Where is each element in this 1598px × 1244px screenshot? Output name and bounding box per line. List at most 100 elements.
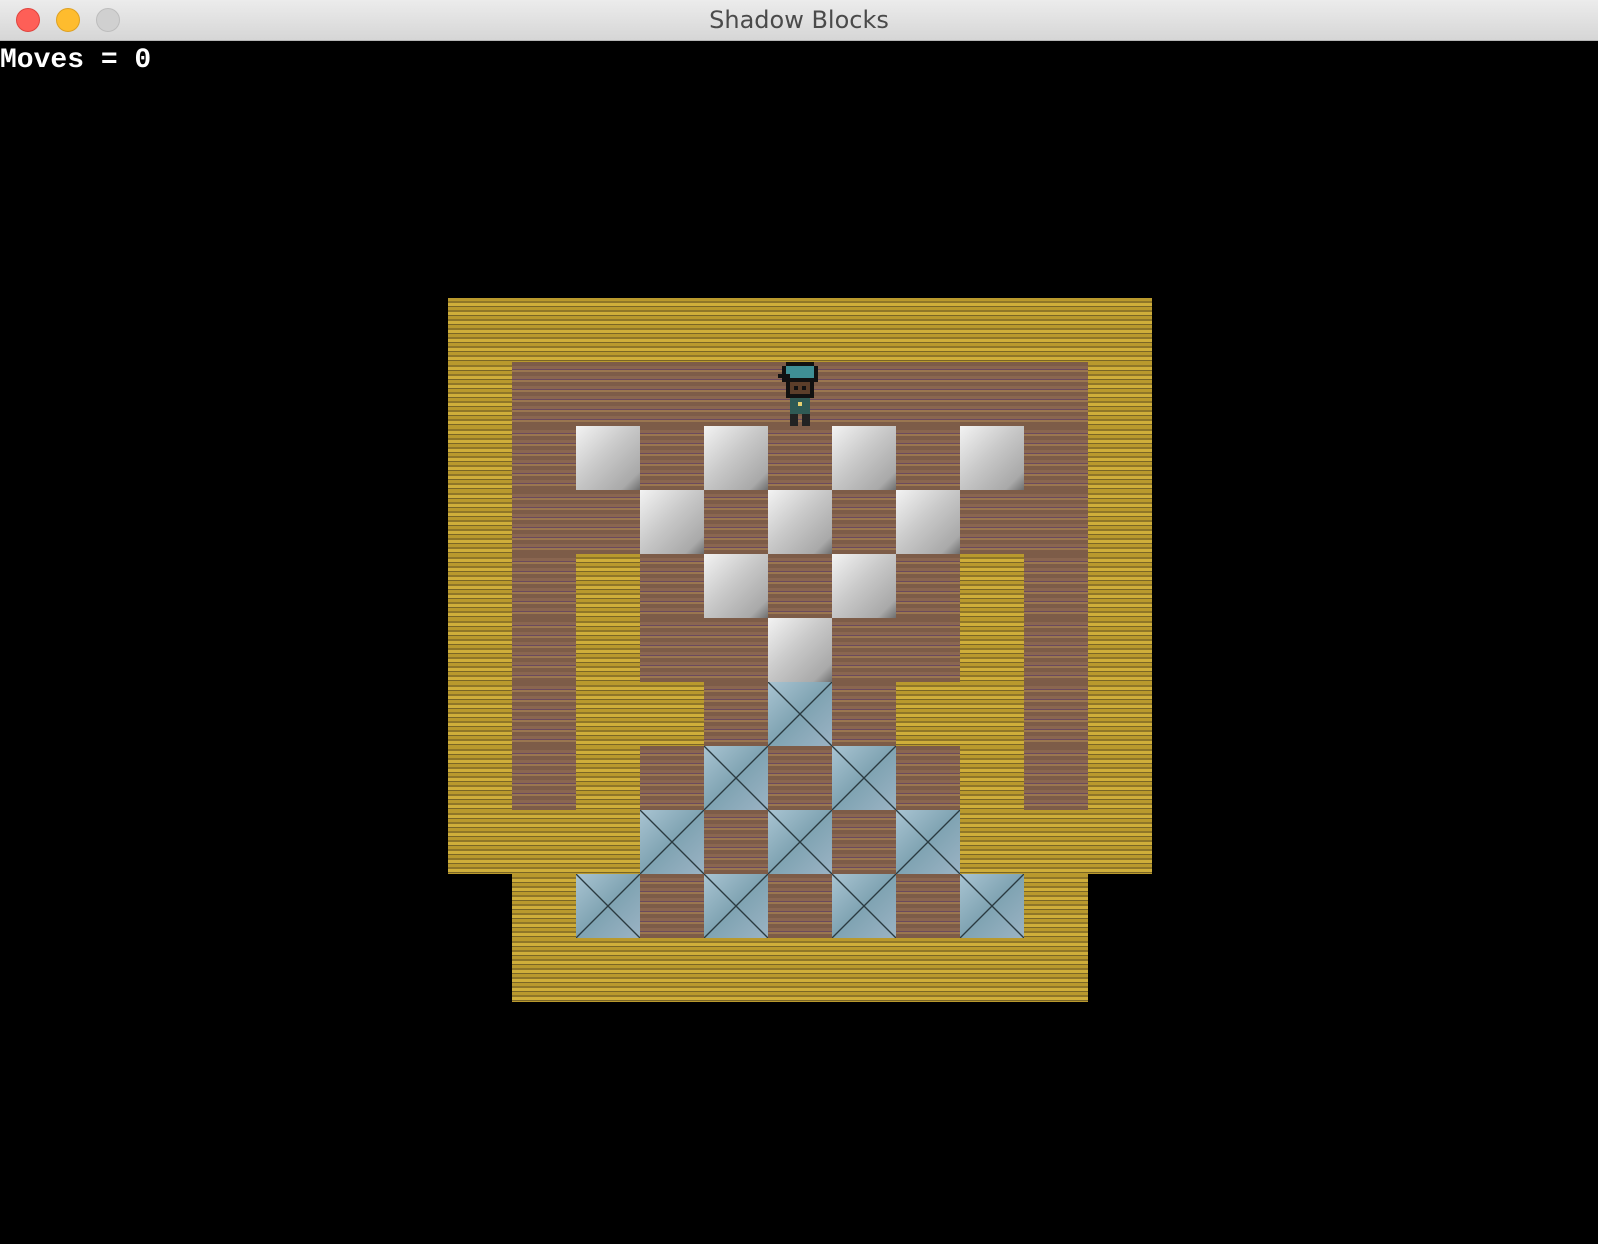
stone-block-tile [704, 554, 768, 618]
floor-tile [896, 618, 960, 682]
floor-tile [512, 426, 576, 490]
wall-tile [640, 682, 704, 746]
floor-tile [704, 618, 768, 682]
target-tile [832, 746, 896, 810]
stone-block-tile [704, 426, 768, 490]
wall-tile [896, 938, 960, 1002]
wall-tile [448, 682, 512, 746]
floor-tile [1024, 682, 1088, 746]
wall-tile [1088, 490, 1152, 554]
wall-tile [960, 618, 1024, 682]
wall-tile [448, 810, 512, 874]
target-tile [704, 874, 768, 938]
floor-tile [512, 362, 576, 426]
wall-tile [1088, 298, 1152, 362]
floor-tile [1024, 490, 1088, 554]
floor-tile [896, 746, 960, 810]
wall-tile [832, 938, 896, 1002]
wall-tile [512, 810, 576, 874]
moves-counter: Moves = 0 [0, 45, 152, 76]
stone-block-tile [896, 490, 960, 554]
floor-tile [832, 810, 896, 874]
wall-tile [896, 298, 960, 362]
wall-tile [704, 938, 768, 1002]
wall-tile [640, 298, 704, 362]
floor-tile [640, 874, 704, 938]
floor-tile [768, 874, 832, 938]
floor-tile [512, 746, 576, 810]
floor-tile [960, 490, 1024, 554]
wall-tile [768, 298, 832, 362]
target-tile [768, 810, 832, 874]
empty-tile [1088, 874, 1152, 938]
wall-tile [448, 618, 512, 682]
wall-tile [512, 298, 576, 362]
floor-tile [1024, 618, 1088, 682]
target-tile [640, 810, 704, 874]
stone-block-tile [768, 490, 832, 554]
floor-tile [768, 554, 832, 618]
game-board [448, 298, 1152, 1002]
floor-tile [640, 618, 704, 682]
wall-tile [576, 554, 640, 618]
wall-tile [1024, 810, 1088, 874]
floor-tile [832, 682, 896, 746]
floor-tile [1024, 362, 1088, 426]
window-titlebar: Shadow Blocks [0, 0, 1598, 41]
target-tile [768, 682, 832, 746]
empty-tile [448, 874, 512, 938]
player-sprite-icon [778, 362, 818, 426]
floor-tile [576, 362, 640, 426]
wall-tile [960, 746, 1024, 810]
wall-tile [1024, 938, 1088, 1002]
wall-tile [576, 618, 640, 682]
wall-tile [448, 746, 512, 810]
floor-tile [512, 682, 576, 746]
floor-tile [768, 746, 832, 810]
floor-tile [512, 490, 576, 554]
floor-tile [640, 362, 704, 426]
wall-tile [448, 490, 512, 554]
floor-tile [896, 874, 960, 938]
wall-tile [576, 298, 640, 362]
wall-tile [1088, 362, 1152, 426]
wall-tile [832, 298, 896, 362]
wall-tile [960, 810, 1024, 874]
wall-tile [512, 874, 576, 938]
stone-block-tile [640, 490, 704, 554]
floor-tile [896, 426, 960, 490]
floor-tile [768, 426, 832, 490]
floor-tile [1024, 746, 1088, 810]
wall-tile [768, 938, 832, 1002]
wall-tile [448, 362, 512, 426]
floor-tile [832, 362, 896, 426]
empty-tile [448, 938, 512, 1002]
floor-tile [704, 362, 768, 426]
floor-tile [832, 490, 896, 554]
wall-tile [576, 938, 640, 1002]
floor-tile [512, 618, 576, 682]
wall-tile [1088, 682, 1152, 746]
game-canvas[interactable]: Moves = 0 [0, 41, 1598, 1244]
wall-tile [960, 682, 1024, 746]
wall-tile [1088, 746, 1152, 810]
floor-tile [960, 362, 1024, 426]
target-tile [832, 874, 896, 938]
stone-block-tile [576, 426, 640, 490]
window-title: Shadow Blocks [709, 6, 889, 34]
wall-tile [576, 810, 640, 874]
wall-tile [576, 746, 640, 810]
wall-tile [960, 938, 1024, 1002]
wall-tile [448, 426, 512, 490]
floor-tile [832, 618, 896, 682]
target-tile [704, 746, 768, 810]
wall-tile [1024, 874, 1088, 938]
floor-tile [640, 554, 704, 618]
wall-tile [1088, 554, 1152, 618]
wall-tile [1088, 426, 1152, 490]
target-tile [960, 874, 1024, 938]
floor-tile [704, 810, 768, 874]
wall-tile [1088, 618, 1152, 682]
floor-tile [1024, 426, 1088, 490]
stone-block-tile [768, 618, 832, 682]
